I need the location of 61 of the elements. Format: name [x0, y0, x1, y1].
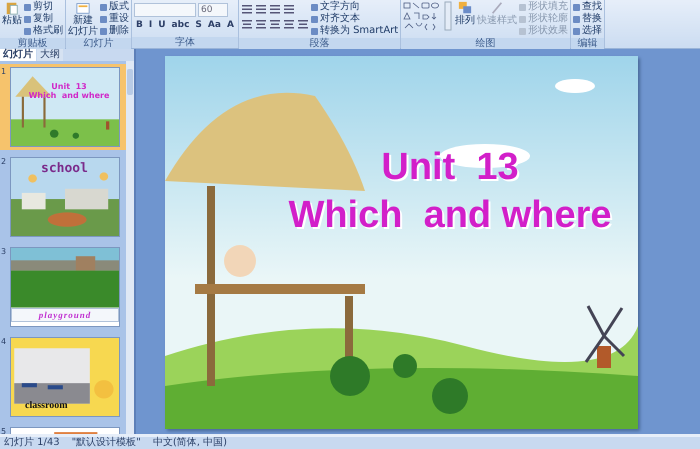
slide-button[interactable]: 版式 [100, 1, 129, 13]
align-icon[interactable] [296, 19, 309, 29]
font-format-button[interactable]: I [146, 20, 154, 31]
status-text: 幻灯片 1/43 [4, 437, 60, 449]
editing-button[interactable]: 选择 [573, 25, 602, 37]
clipboard-button[interactable]: 剪切 [24, 1, 63, 13]
group-label: 编辑 [571, 38, 604, 49]
slide-number: 3 [1, 247, 8, 258]
font-format-button[interactable]: A [224, 20, 236, 31]
thumbnail-text: Unit 13 [51, 82, 87, 91]
slide-icon [76, 1, 90, 15]
font-format-button[interactable]: U [156, 20, 168, 31]
font-format-button[interactable]: Aa [206, 20, 223, 31]
list-icon[interactable] [282, 4, 295, 14]
font-name-field[interactable] [134, 3, 196, 17]
align-icon[interactable] [240, 19, 253, 29]
paste-button[interactable]: 粘贴 [2, 1, 22, 26]
thumbnail-text: school [41, 161, 88, 176]
clipboard-icon [5, 1, 19, 15]
clipboard-button[interactable]: 格式刷 [24, 25, 63, 37]
pane-tab[interactable]: 幻灯片 [0, 49, 36, 61]
font-format-button[interactable]: S [193, 20, 204, 31]
scrollbar[interactable] [126, 61, 134, 434]
shapes-gallery[interactable] [403, 1, 454, 31]
paragraph-button[interactable]: 对齐文本 [310, 13, 398, 25]
align-icon[interactable] [268, 19, 281, 29]
thumbnail-text: classroom [25, 400, 68, 411]
font-format-button[interactable]: abc [170, 20, 192, 31]
slide-number: 4 [1, 337, 8, 348]
align-icon[interactable] [254, 19, 267, 29]
thumbnail-text: playground [38, 309, 92, 321]
group-label: 绘图 [401, 38, 570, 49]
arrange-button[interactable]: 排列 [455, 1, 476, 26]
editing-button[interactable]: 查找 [573, 1, 602, 13]
pane-tab[interactable]: 大纲 [37, 49, 63, 61]
list-icon[interactable] [268, 4, 281, 14]
font-size-field[interactable]: 60 [198, 3, 228, 17]
list-icon[interactable] [240, 4, 253, 14]
slide-title: Unit 13 [381, 145, 519, 190]
slide-number: 1 [1, 67, 8, 78]
slide-subtitle: Which and where [288, 193, 612, 238]
brush-icon [490, 1, 504, 15]
group-label: 幻灯片 [66, 38, 131, 49]
slide-number: 2 [1, 157, 8, 168]
status-text: "默认设计模板" [72, 437, 141, 449]
group-label: 剪贴板 [0, 38, 65, 49]
paragraph-button[interactable]: 转换为 SmartArt [310, 25, 398, 37]
editing-button[interactable]: 替换 [573, 13, 602, 25]
status-text: 中文(简体, 中国) [152, 437, 228, 449]
list-icon[interactable] [254, 4, 267, 14]
align-icon[interactable] [282, 19, 295, 29]
slide-button[interactable]: 删除 [100, 25, 129, 37]
font-format-button[interactable]: B [134, 20, 145, 31]
slide-button[interactable]: 重设 [100, 13, 129, 25]
group-label: 字体 [132, 37, 238, 48]
arrange-icon [458, 1, 472, 15]
slide-number: 5 [1, 427, 8, 434]
paragraph-button[interactable]: 文字方向 [310, 1, 398, 13]
clipboard-button[interactable]: 复制 [24, 13, 63, 25]
new-slide-button[interactable]: 新建 幻灯片 [68, 1, 98, 37]
group-label: 段落 [238, 38, 400, 49]
